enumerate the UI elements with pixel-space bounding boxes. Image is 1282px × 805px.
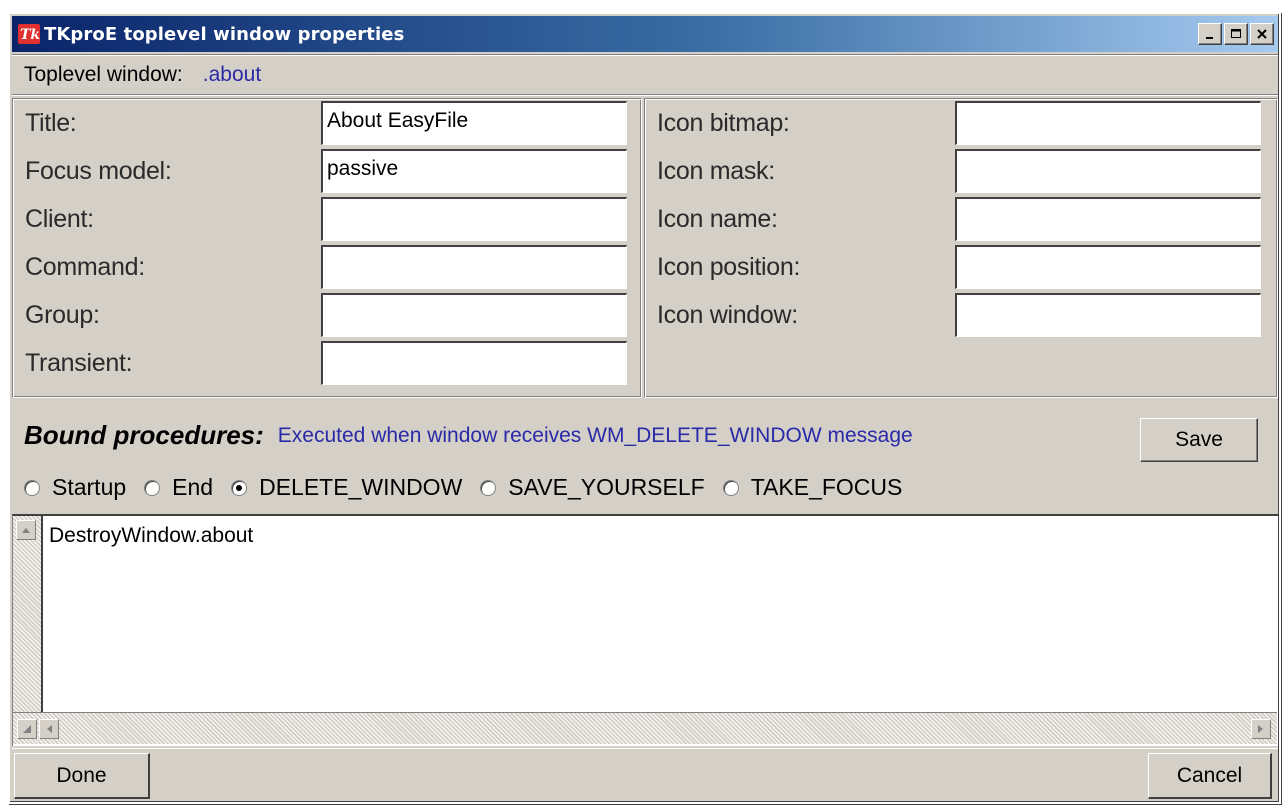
icon-properties-panel: Icon bitmap: Icon mask: Icon name: Icon … bbox=[644, 98, 1278, 398]
icon-mask-label: Icon mask: bbox=[657, 156, 775, 185]
radio-delete-window-label: DELETE_WINDOW bbox=[259, 474, 463, 500]
title-bar[interactable]: Tk TKproE toplevel window properties bbox=[12, 16, 1278, 52]
resize-corner-icon bbox=[23, 725, 31, 733]
procedure-radio-group: Startup End DELETE_WINDOW SAVE_YOURSELF … bbox=[24, 474, 920, 501]
radio-end-label: End bbox=[172, 474, 214, 500]
icon-bitmap-label: Icon bitmap: bbox=[657, 108, 790, 137]
radio-startup[interactable]: Startup bbox=[24, 474, 126, 501]
minimize-button[interactable] bbox=[1198, 23, 1222, 45]
save-button[interactable]: Save bbox=[1140, 418, 1258, 462]
icon-position-field[interactable] bbox=[955, 245, 1261, 289]
maximize-button[interactable] bbox=[1224, 23, 1248, 45]
bound-procedures-header: Bound procedures: Executed when window r… bbox=[24, 420, 913, 451]
radio-end-circle[interactable] bbox=[144, 479, 161, 496]
radio-delete-window[interactable]: DELETE_WINDOW bbox=[231, 474, 462, 501]
transient-field[interactable] bbox=[321, 341, 627, 385]
toplevel-window-value: .about bbox=[202, 63, 262, 86]
arrow-right-icon bbox=[1258, 725, 1263, 733]
icon-name-field[interactable] bbox=[955, 197, 1261, 241]
radio-save-yourself[interactable]: SAVE_YOURSELF bbox=[480, 474, 705, 501]
icon-window-field[interactable] bbox=[955, 293, 1261, 337]
group-label: Group: bbox=[25, 300, 100, 329]
focus-model-label: Focus model: bbox=[25, 156, 172, 185]
title-field[interactable]: About EasyFile bbox=[321, 101, 627, 145]
icon-mask-row: Icon mask: bbox=[645, 149, 1277, 193]
title-row: Title: About EasyFile bbox=[13, 101, 641, 145]
command-row: Command: bbox=[13, 245, 641, 289]
icon-position-label: Icon position: bbox=[657, 252, 801, 281]
radio-take-focus-circle[interactable] bbox=[722, 479, 739, 496]
icon-mask-field[interactable] bbox=[955, 149, 1261, 193]
tk-feather-icon: Tk bbox=[18, 23, 40, 45]
client-label: Client: bbox=[25, 204, 94, 233]
properties-window: Tk TKproE toplevel window properties Top… bbox=[8, 12, 1281, 804]
title-label: Title: bbox=[25, 108, 77, 137]
focus-model-row: Focus model: passive bbox=[13, 149, 641, 193]
client-field[interactable] bbox=[321, 197, 627, 241]
radio-save-yourself-label: SAVE_YOURSELF bbox=[508, 474, 705, 500]
command-label: Command: bbox=[25, 252, 145, 281]
radio-startup-circle[interactable] bbox=[24, 479, 40, 496]
procedure-code-text[interactable]: DestroyWindow.about bbox=[49, 524, 253, 548]
scroll-corner bbox=[17, 719, 37, 739]
radio-startup-label: Startup bbox=[52, 474, 127, 500]
horizontal-scrollbar[interactable] bbox=[13, 712, 1277, 744]
scroll-left-button[interactable] bbox=[39, 719, 59, 739]
radio-save-yourself-circle[interactable] bbox=[480, 479, 497, 496]
focus-model-field[interactable]: passive bbox=[321, 149, 627, 193]
scroll-right-button[interactable] bbox=[1251, 719, 1271, 739]
toplevel-window-label: Toplevel window: bbox=[24, 63, 183, 86]
transient-row: Transient: bbox=[13, 341, 641, 385]
command-field[interactable] bbox=[321, 245, 627, 289]
radio-delete-window-circle[interactable] bbox=[231, 479, 248, 496]
icon-bitmap-row: Icon bitmap: bbox=[645, 101, 1277, 145]
icon-bitmap-field[interactable] bbox=[955, 101, 1261, 145]
cancel-button[interactable]: Cancel bbox=[1148, 753, 1272, 799]
minimize-icon bbox=[1206, 37, 1213, 39]
client-row: Client: bbox=[13, 197, 641, 241]
scroll-up-button[interactable] bbox=[16, 520, 36, 540]
close-icon bbox=[1257, 29, 1267, 39]
procedure-editor[interactable]: DestroyWindow.about bbox=[12, 514, 1278, 746]
radio-take-focus[interactable]: TAKE_FOCUS bbox=[722, 474, 903, 501]
radio-end[interactable]: End bbox=[144, 474, 213, 501]
transient-label: Transient: bbox=[25, 348, 133, 377]
footer-bar: Done Cancel bbox=[12, 748, 1278, 800]
svg-text:Tk: Tk bbox=[20, 27, 40, 43]
maximize-icon bbox=[1231, 29, 1241, 38]
window-properties-panel: Title: About EasyFile Focus model: passi… bbox=[12, 98, 642, 398]
window-controls bbox=[1196, 23, 1274, 45]
close-button[interactable] bbox=[1250, 23, 1274, 45]
icon-window-label: Icon window: bbox=[657, 300, 798, 329]
icon-name-label: Icon name: bbox=[657, 204, 778, 233]
arrow-left-icon bbox=[47, 725, 52, 733]
bound-procedures-description: Executed when window receives WM_DELETE_… bbox=[277, 423, 913, 447]
toplevel-window-row: Toplevel window: .about bbox=[12, 54, 1278, 96]
group-field[interactable] bbox=[321, 293, 627, 337]
done-button[interactable]: Done bbox=[14, 753, 150, 799]
bound-procedures-label: Bound procedures: bbox=[24, 420, 264, 450]
icon-window-row: Icon window: bbox=[645, 293, 1277, 337]
group-row: Group: bbox=[13, 293, 641, 337]
radio-take-focus-label: TAKE_FOCUS bbox=[750, 474, 903, 500]
arrow-up-icon bbox=[22, 528, 30, 533]
vertical-scrollbar[interactable] bbox=[13, 516, 43, 712]
icon-name-row: Icon name: bbox=[645, 197, 1277, 241]
icon-position-row: Icon position: bbox=[645, 245, 1277, 289]
window-title: TKproE toplevel window properties bbox=[44, 23, 405, 45]
